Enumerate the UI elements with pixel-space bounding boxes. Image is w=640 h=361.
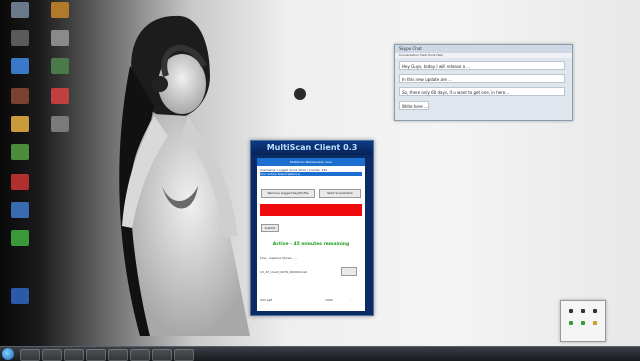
taskbar-button[interactable] <box>64 349 84 361</box>
submit-button[interactable]: Submit <box>261 224 279 232</box>
desktop-icon[interactable] <box>2 144 38 174</box>
taskbar-button[interactable] <box>152 349 172 361</box>
app-icon <box>51 2 69 18</box>
taskbar-button[interactable] <box>130 349 150 361</box>
app-icon <box>11 288 29 304</box>
header-band: MultiScan Membership Area <box>257 158 365 166</box>
desktop-icon[interactable] <box>42 116 78 146</box>
app-icon <box>51 58 69 74</box>
footer-right: ... <box>349 298 352 302</box>
desktop-shortcut[interactable] <box>282 88 318 118</box>
chat-menu[interactable]: Conversation View Tools Help <box>395 53 572 58</box>
app-icon <box>11 58 29 74</box>
desktop-icon[interactable] <box>2 174 38 204</box>
chat-window[interactable]: Skype Chat Conversation View Tools Help … <box>394 44 573 121</box>
app-icon <box>11 144 29 160</box>
footer-mid: 1000 <box>325 298 333 302</box>
footer-left: Slot Left <box>260 298 273 302</box>
app-icon <box>294 88 306 100</box>
app-icon <box>11 116 29 132</box>
file-line: 13_23_client_0076_000000.bat <box>260 270 307 274</box>
client-window[interactable]: MultiScan Client 0.3 MultiScan Membershi… <box>250 140 374 316</box>
desktop-icon[interactable] <box>2 288 38 318</box>
mini-icon <box>593 309 597 313</box>
desktop-icon[interactable] <box>2 116 38 146</box>
app-icon <box>11 88 29 104</box>
start-scan-button[interactable]: Start Scan/Check <box>319 189 361 198</box>
mini-icon <box>593 321 597 325</box>
desktop: Skype Chat Conversation View Tools Help … <box>0 0 640 346</box>
desktop-icon[interactable] <box>2 230 38 260</box>
mini-icon <box>581 321 585 325</box>
app-icon <box>51 116 69 132</box>
info-line-2: Your Active Subscription(s) <box>260 172 362 176</box>
mini-icon <box>581 309 585 313</box>
chat-input[interactable]: Write here ... <box>399 101 429 110</box>
chat-line-1: Hey Guys, today I will release a ... <box>399 61 565 70</box>
desktop-icon[interactable] <box>2 30 38 60</box>
desktop-icon[interactable] <box>2 58 38 88</box>
app-icon <box>11 174 29 190</box>
desktop-icon[interactable] <box>42 2 78 32</box>
status-bar <box>260 204 362 216</box>
chat-title: Skype Chat <box>395 45 572 53</box>
taskbar-button[interactable] <box>86 349 106 361</box>
desktop-icon[interactable] <box>42 58 78 88</box>
start-button[interactable] <box>2 348 14 360</box>
taskbar <box>0 346 640 361</box>
app-icon <box>11 202 29 218</box>
chat-line-2: In this new update are ... <box>399 74 565 83</box>
taskbar-button[interactable] <box>108 349 128 361</box>
wallpaper-figure <box>119 15 250 336</box>
taskbar-button[interactable] <box>20 349 40 361</box>
app-icon <box>11 230 29 246</box>
desktop-icon[interactable] <box>42 88 78 118</box>
mini-window[interactable] <box>560 300 606 342</box>
desktop-icon[interactable] <box>2 88 38 118</box>
app-icon <box>51 88 69 104</box>
client-title: MultiScan Client 0.3 <box>251 141 373 155</box>
taskbar-button[interactable] <box>174 349 194 361</box>
taskbar-button[interactable] <box>42 349 62 361</box>
mini-icon <box>569 309 573 313</box>
remove-profile-button[interactable]: Remove Logged Key/Profile <box>261 189 315 198</box>
desktop-icon[interactable] <box>2 202 38 232</box>
desktop-icon[interactable] <box>2 2 38 32</box>
app-icon <box>11 2 29 18</box>
mini-icon <box>569 321 573 325</box>
app-icon <box>51 30 69 46</box>
app-icon <box>11 30 29 46</box>
chat-line-3: So, there only 60 days, if u want to get… <box>399 87 565 96</box>
file-action-button[interactable] <box>341 267 357 276</box>
list-header: Line · Capture Shows · ... <box>260 256 298 260</box>
desktop-icon[interactable] <box>42 30 78 60</box>
status-text: Active - 45 minutes remaining <box>272 242 350 247</box>
client-panel: MultiScan Membership Area Username: Logg… <box>257 158 365 311</box>
